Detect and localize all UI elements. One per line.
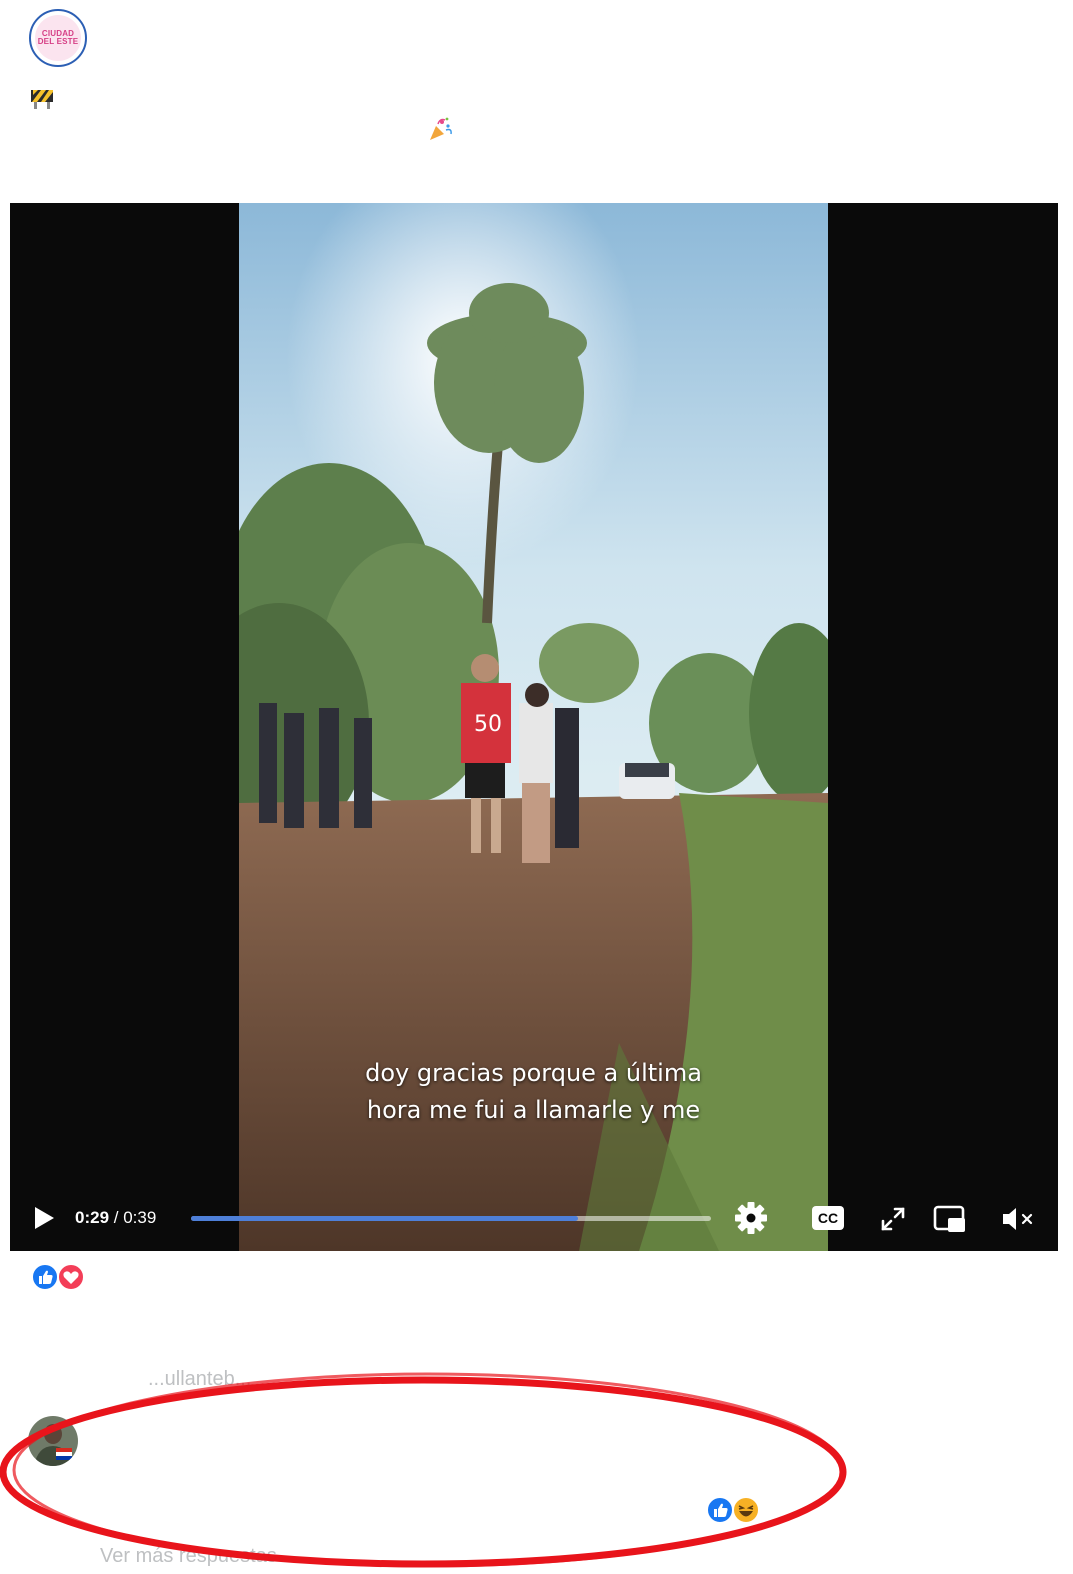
like-icon [706,1496,734,1524]
construction-icon [31,90,53,109]
video-time: 0:29 / 0:39 [75,1208,156,1228]
haha-icon [732,1496,760,1524]
subtitle-line-2: hora me fui a llamarle y me [366,1096,701,1124]
facebook-post: CIUDAD DEL ESTE 50 doy gracias porque a … [0,0,1073,1574]
video-controls: 0:29 / 0:39 CC [10,1193,1058,1245]
comment-reactions[interactable] [706,1496,760,1524]
settings-icon[interactable] [734,1201,768,1235]
fullscreen-icon[interactable] [880,1206,906,1232]
current-time: 0:29 [75,1208,110,1227]
subtitle-line-1: doy gracias porque a última [365,1059,702,1087]
avatar-logo-line2: DEL ESTE [37,37,79,46]
reactions-summary[interactable] [31,1263,87,1291]
faded-comment-text: ...ullanteb... [148,1368,252,1390]
love-icon [57,1263,85,1291]
progress-bar[interactable] [191,1216,711,1221]
progress-fill [191,1216,578,1221]
time-separator: / [109,1208,124,1227]
cc-label: CC [817,1210,839,1226]
play-icon[interactable] [32,1205,56,1231]
muted-volume-icon[interactable] [1000,1205,1036,1233]
svg-text:50: 50 [474,712,502,737]
like-icon [31,1263,59,1291]
page-avatar-logo: CIUDAD DEL ESTE [35,15,81,61]
red-annotation-ellipse [0,1372,847,1568]
video-player[interactable]: 50 doy gracias porque a última hora me f… [10,203,1058,1251]
page-avatar[interactable]: CIUDAD DEL ESTE [29,9,87,67]
party-popper-icon [430,117,452,140]
closed-captions-icon[interactable]: CC [812,1206,844,1230]
video-subtitle: doy gracias porque a última hora me fui … [239,1055,828,1129]
view-more-replies-link[interactable]: Ver más respuestas [100,1545,277,1568]
picture-in-picture-icon[interactable] [933,1204,967,1234]
duration: 0:39 [123,1208,157,1227]
commenter-avatar[interactable] [28,1416,78,1466]
